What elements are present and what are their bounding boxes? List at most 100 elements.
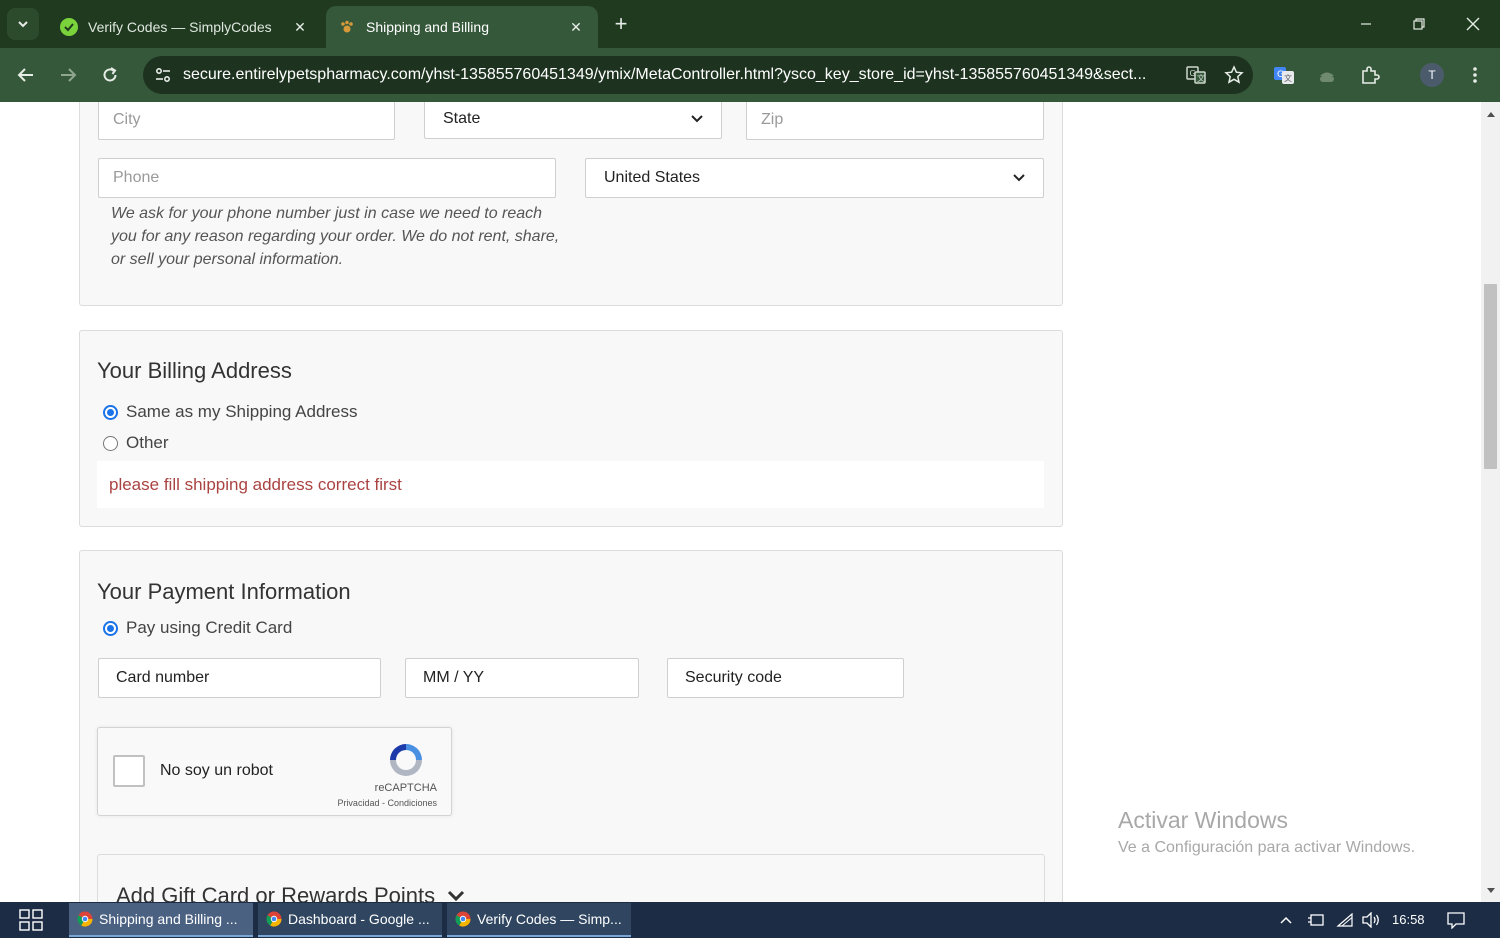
start-button[interactable] [12, 906, 50, 934]
tab-title: Verify Codes — SimplyCodes [88, 19, 272, 35]
url-text[interactable]: secure.entirelypetspharmacy.com/yhst-135… [183, 66, 1177, 84]
card-number-input[interactable]: Card number [98, 658, 381, 698]
battery-plug-icon [1308, 914, 1324, 926]
restore-button[interactable] [1392, 0, 1446, 48]
tab-shipping-billing[interactable]: Shipping and Billing ✕ [326, 6, 598, 48]
minimize-icon [1361, 23, 1371, 25]
billing-other-option[interactable]: Other [103, 433, 169, 453]
recaptcha-widget: No soy un robot reCAPTCHA Privacidad - C… [97, 727, 452, 816]
profile-button[interactable]: T [1417, 60, 1447, 90]
back-button[interactable] [11, 60, 41, 90]
google-translate-icon: G文 [1274, 67, 1294, 84]
show-hidden-icons-button[interactable] [1276, 902, 1296, 938]
reload-button[interactable] [95, 60, 125, 90]
volume-tray-button[interactable] [1359, 902, 1383, 938]
incognito-extension-icon [1320, 72, 1334, 82]
extension-button[interactable] [1312, 60, 1342, 90]
windows-grid-icon [19, 909, 43, 931]
star-icon [1224, 65, 1244, 84]
security-code-input[interactable]: Security code [667, 658, 904, 698]
chrome-icon [455, 911, 471, 927]
scroll-up-icon[interactable] [1481, 106, 1500, 122]
tab-search-button[interactable] [7, 8, 39, 40]
taskbar-item-dashboard[interactable]: Dashboard - Google ... [258, 903, 442, 937]
wifi-icon [1336, 913, 1353, 927]
taskbar-item-verify-codes[interactable]: Verify Codes — Simp... [447, 903, 631, 937]
recaptcha-logo-icon [390, 744, 422, 776]
billing-other-label: Other [126, 433, 169, 452]
avatar: T [1420, 63, 1444, 87]
minimize-button[interactable] [1339, 0, 1393, 48]
city-input[interactable]: City [98, 102, 395, 140]
address-bar[interactable]: secure.entirelypetspharmacy.com/yhst-135… [143, 56, 1253, 94]
new-tab-button[interactable]: + [607, 10, 635, 38]
chevron-up-icon [1280, 916, 1292, 924]
expiry-input[interactable]: MM / YY [405, 658, 639, 698]
phone-privacy-note: We ask for your phone number just in cas… [111, 205, 560, 268]
state-select-value: State [443, 110, 481, 127]
billing-title: Your Billing Address [97, 358, 292, 383]
radio-unselected[interactable] [103, 435, 118, 451]
zip-input[interactable]: Zip [746, 102, 1044, 140]
browser-tab-strip: Verify Codes — SimplyCodes ✕ Shipping an… [0, 0, 1500, 48]
chevron-down-icon [1013, 174, 1025, 182]
extensions-menu-button[interactable] [1355, 60, 1385, 90]
page-viewport: City State Zip Phone United States We as… [0, 102, 1500, 902]
country-select[interactable]: United States [585, 158, 1044, 198]
close-window-button[interactable] [1446, 0, 1500, 48]
site-info-icon[interactable] [143, 66, 183, 84]
close-tab-icon[interactable]: ✕ [566, 19, 586, 36]
scrollbar-thumb[interactable] [1484, 284, 1497, 469]
gift-card-panel[interactable]: Add Gift Card or Rewards Points [97, 854, 1045, 902]
svg-text:文: 文 [1197, 73, 1205, 83]
browser-menu-button[interactable] [1460, 60, 1490, 90]
taskbar-item-label: Dashboard - Google ... [288, 911, 430, 927]
taskbar-item-shipping[interactable]: Shipping and Billing ... [69, 903, 253, 937]
close-icon [1466, 17, 1480, 31]
speaker-icon [1362, 912, 1379, 928]
bookmark-button[interactable] [1215, 56, 1253, 94]
tab-verify-codes[interactable]: Verify Codes — SimplyCodes ✕ [48, 6, 322, 48]
recaptcha-brand: reCAPTCHA [374, 782, 437, 794]
reload-icon [103, 67, 117, 82]
scroll-down-icon[interactable] [1481, 882, 1500, 898]
credit-card-label: Pay using Credit Card [126, 618, 293, 637]
translate-page-button[interactable]: G文 [1177, 56, 1215, 94]
state-select[interactable]: State [424, 102, 722, 139]
payment-title: Your Payment Information [97, 579, 351, 604]
country-select-value: United States [604, 169, 701, 186]
chrome-icon [77, 911, 93, 927]
radio-selected[interactable] [103, 404, 118, 420]
billing-same-option[interactable]: Same as my Shipping Address [103, 402, 358, 422]
activate-windows-subtitle: Ve a Configuración para activar Windows. [1118, 839, 1416, 856]
billing-error-message: please fill shipping address correct fir… [97, 461, 1044, 508]
tab-title: Shipping and Billing [366, 19, 489, 35]
arrow-right-icon [61, 68, 77, 82]
chevron-down-icon [18, 21, 28, 28]
billing-same-label: Same as my Shipping Address [126, 402, 358, 421]
recaptcha-links[interactable]: Privacidad - Condiciones [337, 798, 437, 808]
taskbar-clock[interactable]: 16:58 [1392, 912, 1425, 927]
kebab-menu-icon [1473, 67, 1477, 83]
chevron-down-icon [448, 890, 465, 902]
recaptcha-checkbox[interactable] [113, 755, 145, 787]
taskbar-item-label: Shipping and Billing ... [99, 911, 238, 927]
google-translate-extension[interactable]: G文 [1269, 60, 1299, 90]
windows-taskbar: Shipping and Billing ... Dashboard - Goo… [0, 902, 1500, 938]
notifications-button[interactable] [1442, 902, 1470, 938]
page-scrollbar[interactable] [1481, 102, 1500, 902]
radio-selected[interactable] [103, 620, 118, 636]
close-tab-icon[interactable]: ✕ [290, 19, 310, 36]
credit-card-option[interactable]: Pay using Credit Card [103, 618, 292, 638]
battery-tray-button[interactable] [1304, 902, 1328, 938]
restore-icon [1413, 18, 1425, 30]
chrome-icon [266, 911, 282, 927]
notification-icon [1447, 912, 1465, 929]
gift-card-toggle[interactable]: Add Gift Card or Rewards Points [116, 883, 465, 902]
network-tray-button[interactable] [1333, 902, 1357, 938]
forward-button[interactable] [53, 60, 83, 90]
puzzle-icon [1362, 66, 1380, 84]
browser-toolbar: secure.entirelypetspharmacy.com/yhst-135… [0, 48, 1500, 102]
taskbar-item-label: Verify Codes — Simp... [477, 911, 622, 927]
phone-input[interactable]: Phone [98, 158, 556, 198]
